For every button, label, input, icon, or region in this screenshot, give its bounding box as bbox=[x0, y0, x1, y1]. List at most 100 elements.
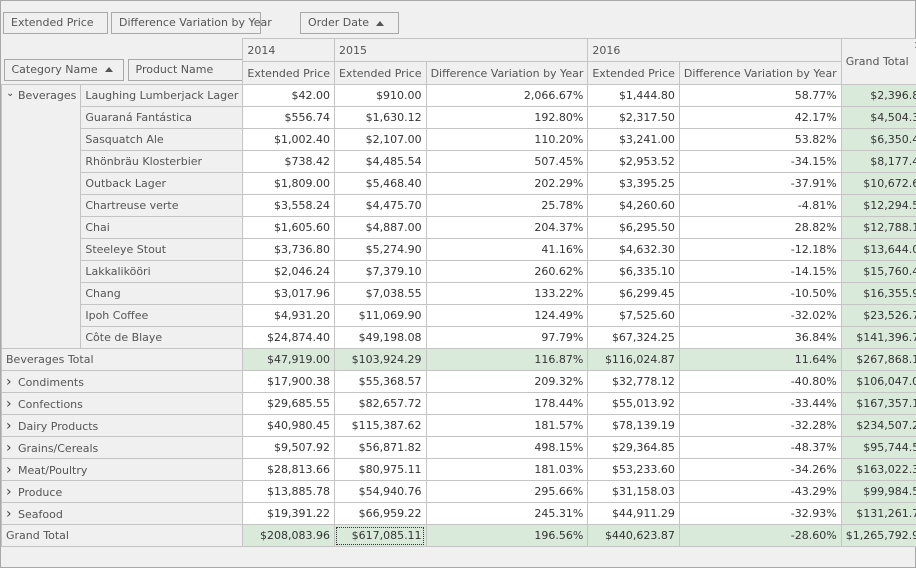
data-cell[interactable]: $19,391.22 bbox=[242, 502, 335, 525]
product-name-header[interactable]: Côte de Blaye bbox=[80, 326, 244, 349]
column-header-grand-total[interactable]: Grand TotalΣ⇕ bbox=[840, 38, 916, 85]
data-cell[interactable]: 209.32% bbox=[425, 370, 589, 393]
chevron-right-icon[interactable]: › bbox=[6, 484, 18, 500]
data-cell[interactable]: 133.22% bbox=[425, 282, 589, 305]
data-cell[interactable]: 498.15% bbox=[425, 436, 589, 459]
data-cell[interactable]: $1,265,792.94 bbox=[840, 524, 916, 547]
data-cell[interactable]: 11.64% bbox=[678, 348, 842, 371]
data-cell[interactable]: $115,387.62 bbox=[333, 414, 427, 437]
data-cell[interactable]: 42.17% bbox=[678, 106, 842, 129]
data-cell[interactable]: $1,605.60 bbox=[242, 216, 335, 239]
data-cell[interactable]: 260.62% bbox=[425, 260, 589, 283]
data-cell[interactable]: $6,295.50 bbox=[587, 216, 680, 239]
data-cell[interactable]: $208,083.96 bbox=[242, 524, 335, 547]
data-cell[interactable]: $5,274.90 bbox=[333, 238, 427, 261]
category-header[interactable]: › Dairy Products bbox=[0, 414, 244, 437]
data-cell[interactable]: $4,485.54 bbox=[333, 150, 427, 173]
measure-header[interactable]: Extended Price bbox=[333, 61, 427, 85]
column-field-order-date[interactable]: Order Date bbox=[300, 12, 399, 34]
product-name-header[interactable]: Laughing Lumberjack Lager bbox=[80, 84, 244, 107]
data-cell[interactable]: $4,260.60 bbox=[587, 194, 680, 217]
data-cell[interactable]: $49,198.08 bbox=[333, 326, 427, 349]
category-header[interactable]: › Confections bbox=[0, 392, 244, 415]
data-cell[interactable]: $31,158.03 bbox=[587, 480, 680, 503]
data-cell[interactable]: $440,623.87 bbox=[587, 524, 680, 547]
data-cell[interactable]: $116,024.87 bbox=[587, 348, 680, 371]
data-cell[interactable]: $556.74 bbox=[242, 106, 335, 129]
column-header-2014[interactable]: 2014 bbox=[242, 38, 335, 62]
chevron-right-icon[interactable]: › bbox=[6, 396, 18, 412]
data-cell[interactable]: -43.29% bbox=[678, 480, 842, 503]
data-cell[interactable]: $82,657.72 bbox=[333, 392, 427, 415]
data-cell[interactable]: $7,525.60 bbox=[587, 304, 680, 327]
data-cell[interactable]: $80,975.11 bbox=[333, 458, 427, 481]
column-header-2015[interactable]: 2015 bbox=[333, 38, 589, 62]
data-cell[interactable]: -48.37% bbox=[678, 436, 842, 459]
data-cell[interactable]: $13,644.00 bbox=[840, 238, 916, 261]
data-cell[interactable]: $78,139.19 bbox=[587, 414, 680, 437]
measure-header[interactable]: Extended Price bbox=[587, 61, 680, 85]
data-cell[interactable]: $42.00 bbox=[242, 84, 335, 107]
data-cell[interactable]: $106,047.07 bbox=[840, 370, 916, 393]
data-cell[interactable]: $12,788.10 bbox=[840, 216, 916, 239]
data-cell[interactable]: $10,672.65 bbox=[840, 172, 916, 195]
data-cell[interactable]: 97.79% bbox=[425, 326, 589, 349]
data-cell[interactable]: $3,241.00 bbox=[587, 128, 680, 151]
data-cell[interactable]: 192.80% bbox=[425, 106, 589, 129]
data-cell[interactable]: $4,931.20 bbox=[242, 304, 335, 327]
data-cell[interactable]: $29,685.55 bbox=[242, 392, 335, 415]
data-cell[interactable]: $47,919.00 bbox=[242, 348, 335, 371]
measure-header[interactable]: Extended Price bbox=[242, 61, 335, 85]
data-cell[interactable]: 2,066.67% bbox=[425, 84, 589, 107]
data-cell[interactable]: $95,744.59 bbox=[840, 436, 916, 459]
data-cell[interactable]: $1,444.80 bbox=[587, 84, 680, 107]
data-cell[interactable]: $1,002.40 bbox=[242, 128, 335, 151]
data-cell[interactable]: -14.15% bbox=[678, 260, 842, 283]
data-cell[interactable]: $6,335.10 bbox=[587, 260, 680, 283]
data-cell[interactable]: $55,013.92 bbox=[587, 392, 680, 415]
product-name-header[interactable]: Steeleye Stout bbox=[80, 238, 244, 261]
data-cell[interactable]: $28,813.66 bbox=[242, 458, 335, 481]
data-cell[interactable]: $12,294.54 bbox=[840, 194, 916, 217]
data-cell[interactable]: $167,357.19 bbox=[840, 392, 916, 415]
data-cell[interactable]: $267,868.16 bbox=[840, 348, 916, 371]
data-cell[interactable]: $5,468.40 bbox=[333, 172, 427, 195]
data-cell[interactable]: -34.26% bbox=[678, 458, 842, 481]
data-cell[interactable]: $4,887.00 bbox=[333, 216, 427, 239]
data-cell[interactable]: -32.93% bbox=[678, 502, 842, 525]
data-cell[interactable]: -32.02% bbox=[678, 304, 842, 327]
data-cell[interactable]: $40,980.45 bbox=[242, 414, 335, 437]
data-cell[interactable]: $56,871.82 bbox=[333, 436, 427, 459]
row-field-product-name[interactable]: Product Name bbox=[127, 58, 243, 81]
data-cell[interactable]: 245.31% bbox=[425, 502, 589, 525]
data-cell[interactable]: $11,069.90 bbox=[333, 304, 427, 327]
data-cell[interactable]: $53,233.60 bbox=[587, 458, 680, 481]
data-cell[interactable]: 28.82% bbox=[678, 216, 842, 239]
data-cell[interactable]: $3,395.25 bbox=[587, 172, 680, 195]
product-name-header[interactable]: Sasquatch Ale bbox=[80, 128, 244, 151]
data-cell[interactable]: 124.49% bbox=[425, 304, 589, 327]
data-cell[interactable]: $3,558.24 bbox=[242, 194, 335, 217]
data-cell[interactable]: 41.16% bbox=[425, 238, 589, 261]
category-header[interactable]: › Grains/Cereals bbox=[0, 436, 244, 459]
data-cell[interactable]: $16,355.96 bbox=[840, 282, 916, 305]
data-cell[interactable]: $29,364.85 bbox=[587, 436, 680, 459]
data-cell[interactable]: $6,350.40 bbox=[840, 128, 916, 151]
data-cell[interactable]: 53.82% bbox=[678, 128, 842, 151]
data-cell[interactable]: 178.44% bbox=[425, 392, 589, 415]
data-cell[interactable]: -28.60% bbox=[678, 524, 842, 547]
beverages-total-header[interactable]: Beverages Total bbox=[0, 348, 244, 371]
data-cell[interactable]: 36.84% bbox=[678, 326, 842, 349]
category-header[interactable]: › Meat/Poultry bbox=[0, 458, 244, 481]
product-name-header[interactable]: Rhönbräu Klosterbier bbox=[80, 150, 244, 173]
data-cell[interactable]: -34.15% bbox=[678, 150, 842, 173]
data-cell[interactable]: $66,959.22 bbox=[333, 502, 427, 525]
data-cell[interactable]: 110.20% bbox=[425, 128, 589, 151]
data-cell[interactable]: 507.45% bbox=[425, 150, 589, 173]
chevron-down-icon[interactable]: ⌄ bbox=[6, 88, 18, 99]
measure-header[interactable]: Difference Variation by Year bbox=[425, 61, 589, 85]
data-cell[interactable]: 204.37% bbox=[425, 216, 589, 239]
data-cell[interactable]: $54,940.76 bbox=[333, 480, 427, 503]
data-cell[interactable]: $234,507.26 bbox=[840, 414, 916, 437]
data-cell[interactable]: $7,379.10 bbox=[333, 260, 427, 283]
